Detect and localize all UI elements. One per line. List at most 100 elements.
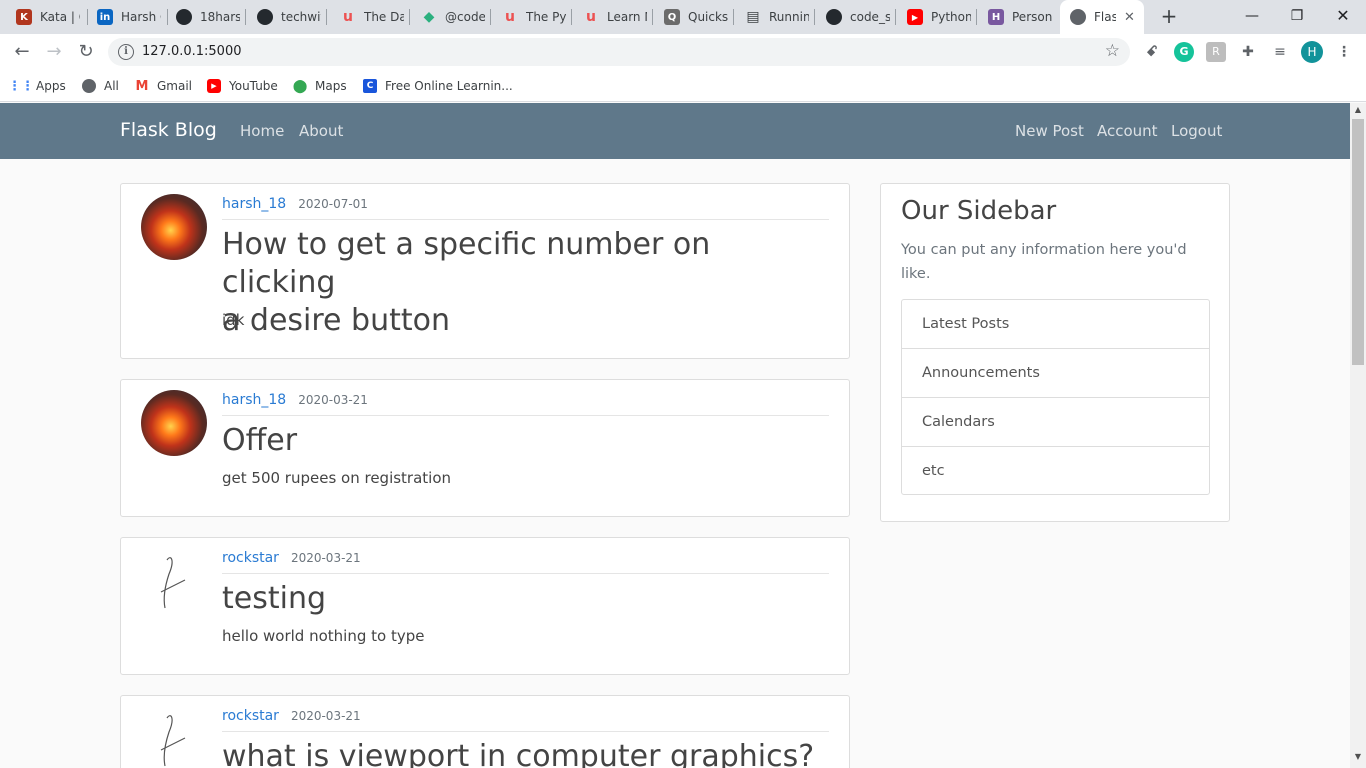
- forward-button[interactable]: →: [42, 40, 66, 64]
- restore-button[interactable]: ❐: [1274, 3, 1320, 29]
- post-date: 2020-03-21: [290, 551, 361, 565]
- browser-tab[interactable]: ▤ Running: [729, 0, 815, 34]
- back-button[interactable]: ←: [10, 40, 34, 64]
- globe-icon: [82, 79, 96, 93]
- page-scrollbar[interactable]: ▲ ▼: [1350, 103, 1366, 768]
- youtube-icon: ▶: [907, 9, 923, 25]
- post-date: 2020-03-21: [290, 709, 361, 723]
- nav-about-link[interactable]: About: [299, 122, 343, 140]
- bookmark-youtube[interactable]: ▶ YouTube: [207, 77, 278, 95]
- post-title-link[interactable]: testing: [222, 580, 829, 618]
- sidebar-item-calendars[interactable]: Calendars: [902, 398, 1209, 447]
- author-link[interactable]: rockstar: [222, 708, 279, 724]
- post-content: idk: [222, 311, 245, 329]
- udemy-icon: u: [343, 9, 353, 25]
- github-icon: [176, 9, 192, 25]
- author-avatar: [141, 548, 207, 614]
- author-link[interactable]: harsh_18: [222, 196, 286, 212]
- author-avatar: [141, 706, 207, 768]
- scroll-down-arrow-icon[interactable]: ▼: [1350, 752, 1366, 766]
- linkedin-icon: in: [97, 9, 113, 25]
- bookmark-gmail[interactable]: M Gmail: [135, 77, 192, 95]
- github-icon: [257, 9, 273, 25]
- browser-tab[interactable]: K Kata | C: [0, 0, 88, 34]
- globe-icon: [1070, 9, 1086, 25]
- browser-tab[interactable]: ◆ @codel: [405, 0, 491, 34]
- post-content: hello world nothing to type: [222, 627, 425, 645]
- extension-r-icon[interactable]: R: [1206, 42, 1226, 62]
- author-avatar: [141, 390, 207, 456]
- post-meta: rockstar 2020-03-21: [222, 550, 829, 574]
- browser-tab[interactable]: Q Quickst: [648, 0, 734, 34]
- site-info-icon[interactable]: i: [118, 44, 134, 60]
- grammarly-icon[interactable]: G: [1174, 42, 1194, 62]
- tab-title: Running: [769, 10, 809, 24]
- author-link[interactable]: harsh_18: [222, 392, 286, 408]
- post-meta: harsh_18 2020-03-21: [222, 392, 829, 416]
- browser-tab-active[interactable]: Flas ✕: [1060, 0, 1144, 34]
- brand-link[interactable]: Flask Blog: [120, 119, 217, 141]
- udemy-icon: u: [586, 9, 596, 25]
- menu-kebab-icon[interactable]: ⋮: [1334, 42, 1354, 62]
- scrollbar-thumb[interactable]: [1352, 119, 1364, 365]
- browser-tab[interactable]: H Persona: [972, 0, 1058, 34]
- tab-title: Persona: [1012, 10, 1052, 24]
- tab-title: Python: [931, 10, 971, 24]
- bookmark-all[interactable]: All: [82, 77, 119, 95]
- extension-icon[interactable]: ꗃ: [1142, 42, 1162, 62]
- bookmark-maps[interactable]: ⬤ Maps: [293, 77, 347, 95]
- sidebar-item-etc[interactable]: etc: [902, 447, 1209, 494]
- nav-home-link[interactable]: Home: [240, 122, 284, 140]
- sidebar-list: Latest Posts Announcements Calendars etc: [901, 299, 1210, 495]
- sidebar-item-latest-posts[interactable]: Latest Posts: [902, 300, 1209, 349]
- sidebar-title: Our Sidebar: [901, 196, 1057, 226]
- nav-new-post-link[interactable]: New Post: [1015, 122, 1084, 140]
- browser-tab[interactable]: code_sr: [810, 0, 896, 34]
- post-content: get 500 rupees on registration: [222, 469, 452, 487]
- post-title-link[interactable]: what is viewport in computer graphics?: [222, 738, 829, 768]
- browser-tab[interactable]: ▶ Python: [891, 0, 977, 34]
- reload-button[interactable]: ↻: [74, 40, 98, 64]
- browser-tab[interactable]: u The Pyt: [486, 0, 572, 34]
- tab-title: Quickst: [688, 10, 728, 24]
- author-avatar: [141, 194, 207, 260]
- tab-title: 18harsh: [200, 10, 240, 24]
- nav-account-link[interactable]: Account: [1097, 122, 1158, 140]
- bookmarks-bar: ⋮⋮ Apps All M Gmail ▶ YouTube ⬤ Maps C F…: [0, 70, 1366, 102]
- nav-logout-link[interactable]: Logout: [1171, 122, 1222, 140]
- sidebar-item-announcements[interactable]: Announcements: [902, 349, 1209, 398]
- browser-tab[interactable]: in Harsh G: [81, 0, 168, 34]
- youtube-icon: ▶: [207, 79, 221, 93]
- author-link[interactable]: rockstar: [222, 550, 279, 566]
- tab-title: Harsh G: [121, 10, 161, 24]
- codeless-icon: ◆: [423, 9, 435, 25]
- post-meta: harsh_18 2020-07-01: [222, 196, 829, 220]
- post-card: rockstar 2020-03-21 what is viewport in …: [120, 695, 850, 768]
- minimize-button[interactable]: —: [1229, 3, 1275, 29]
- gmail-icon: M: [135, 78, 149, 94]
- tab-title: Flas: [1094, 10, 1116, 24]
- close-tab-icon[interactable]: ✕: [1124, 10, 1135, 25]
- browser-tab[interactable]: techwit: [241, 0, 327, 34]
- tab-title: Learn M: [607, 10, 647, 24]
- browser-tab[interactable]: 18harsh: [160, 0, 246, 34]
- apps-grid-icon: ⋮⋮: [8, 78, 34, 94]
- browser-tab[interactable]: u Learn M: [567, 0, 653, 34]
- address-bar[interactable]: i 127.0.0.1:5000 ☆: [108, 38, 1130, 66]
- learning-icon: C: [363, 79, 377, 93]
- close-window-button[interactable]: ✕: [1320, 3, 1366, 29]
- maps-pin-icon: ⬤: [292, 78, 308, 94]
- bookmark-free-online-learning[interactable]: C Free Online Learnin...: [363, 77, 513, 95]
- post-date: 2020-07-01: [298, 197, 368, 211]
- tab-title: @codel: [445, 10, 485, 24]
- post-title-link[interactable]: Offer: [222, 422, 829, 460]
- reading-list-icon[interactable]: ≡: [1270, 42, 1290, 62]
- profile-avatar[interactable]: H: [1301, 41, 1323, 63]
- scroll-up-arrow-icon[interactable]: ▲: [1350, 105, 1366, 119]
- new-tab-button[interactable]: +: [1156, 4, 1182, 30]
- bookmark-star-icon[interactable]: ☆: [1105, 41, 1120, 61]
- puzzle-extensions-icon[interactable]: ✚: [1238, 42, 1258, 62]
- bookmark-apps[interactable]: ⋮⋮ Apps: [8, 77, 66, 95]
- url-text[interactable]: 127.0.0.1:5000: [142, 44, 242, 59]
- browser-tab[interactable]: u The Dat: [324, 0, 410, 34]
